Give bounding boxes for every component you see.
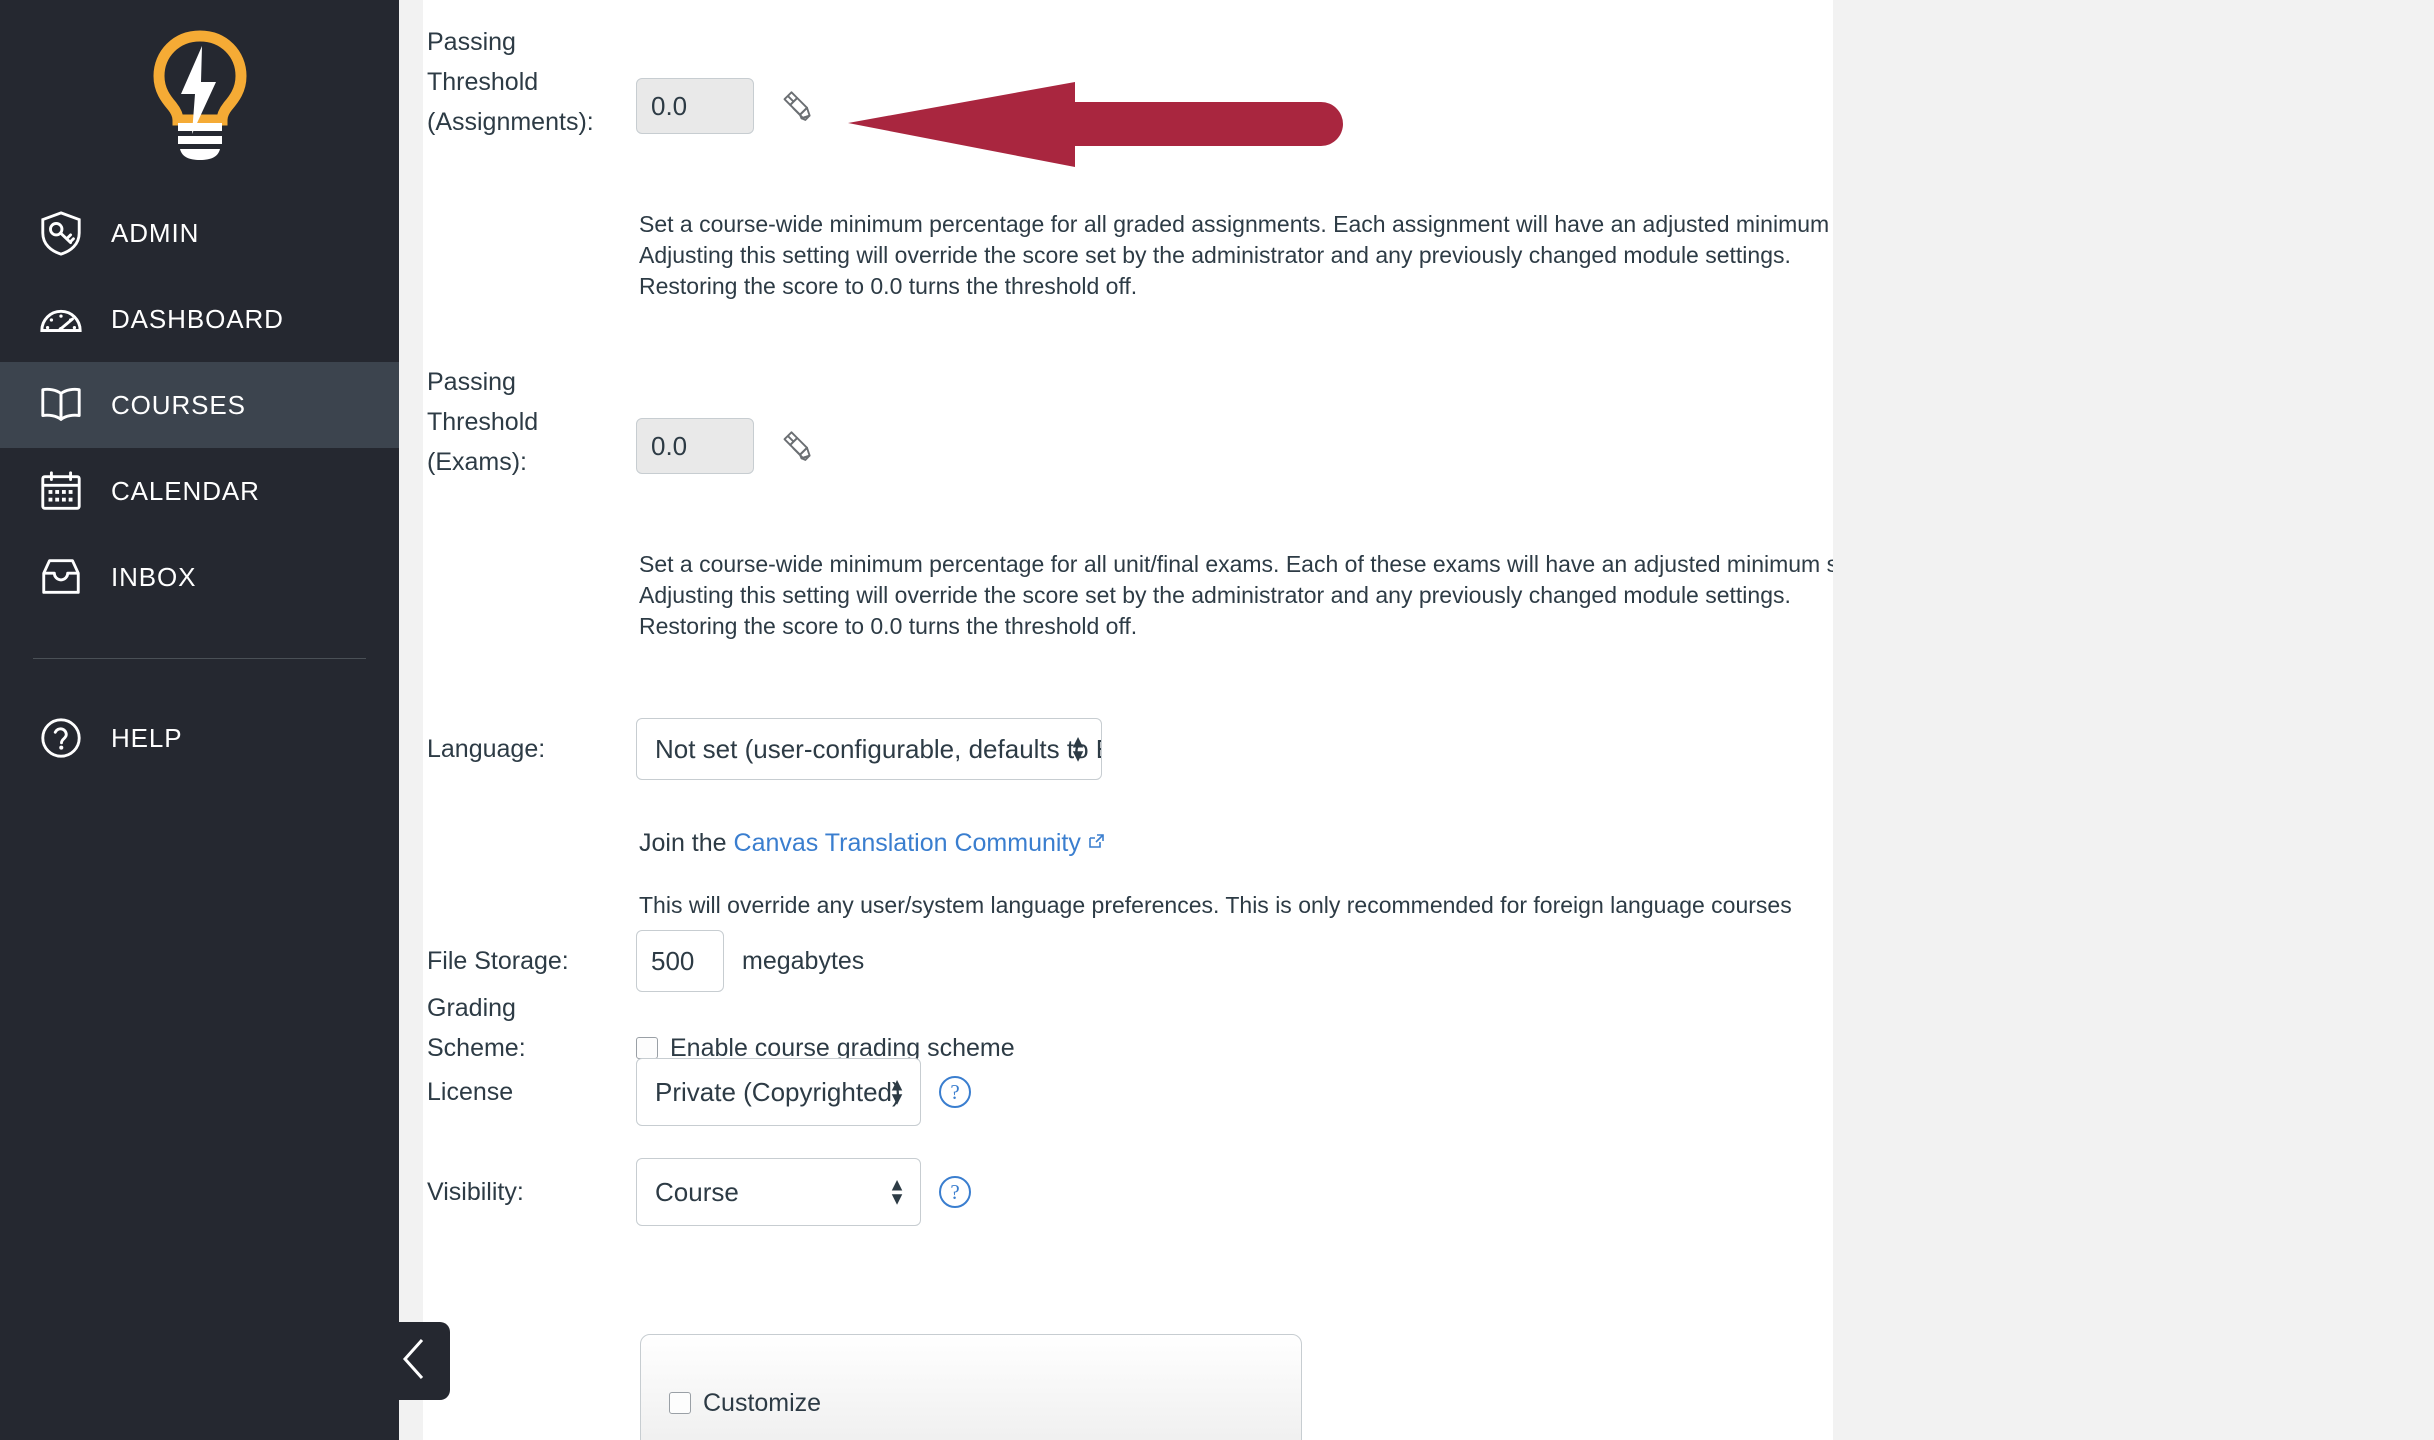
- visibility-help-icon[interactable]: ?: [939, 1176, 971, 1208]
- lightbulb-logo[interactable]: [0, 0, 399, 190]
- label-line-2: Threshold: [427, 408, 539, 436]
- speedometer-icon: [33, 291, 89, 347]
- exams-help-line-3: Restoring the score to 0.0 turns the thr…: [639, 613, 1138, 639]
- row-file-storage: File Storage: 500 megabytes: [423, 930, 1823, 992]
- license-help-icon[interactable]: ?: [939, 1076, 971, 1108]
- translation-community-line: Join the Canvas Translation Community: [639, 822, 1105, 863]
- label-line-1: Passing: [427, 368, 516, 396]
- sidebar-item-label: CALENDAR: [111, 475, 260, 506]
- row-visibility: Visibility: Course ▲ ▼ ?: [423, 1158, 1823, 1226]
- license-select[interactable]: Private (Copyrighted) ▲ ▼: [636, 1058, 921, 1126]
- row-passing-threshold-assignments: Passing Threshold (Assignments): 0.0: [423, 22, 1823, 142]
- customize-label: Customize: [703, 1389, 822, 1417]
- language-select-value: Not set (user-configurable, defaults to …: [655, 733, 1101, 764]
- row-language: Language: Not set (user-configurable, de…: [423, 718, 1823, 780]
- pencil-icon[interactable]: [776, 424, 820, 468]
- passing-threshold-exams-input[interactable]: 0.0: [636, 418, 754, 474]
- visibility-select[interactable]: Course ▲ ▼: [636, 1158, 921, 1226]
- passing-threshold-assignments-label: Passing Threshold (Assignments):: [423, 22, 636, 142]
- sidebar-item-dashboard[interactable]: DASHBOARD: [0, 276, 399, 362]
- passing-threshold-exams-label: Passing Threshold (Exams):: [423, 362, 636, 482]
- shield-key-icon: [33, 205, 89, 261]
- row-grading-scheme: Grading Scheme: Enable course grading sc…: [423, 988, 1823, 1068]
- chevron-updown-icon: ▲ ▼: [888, 1074, 906, 1109]
- sidebar-item-label: COURSES: [111, 389, 246, 420]
- inbox-tray-icon: [33, 549, 89, 605]
- label-line-3: (Assignments):: [427, 108, 594, 136]
- course-settings-form: Passing Threshold (Assignments): 0.0 Set…: [423, 0, 1833, 1440]
- nav-divider: [33, 658, 366, 659]
- sidebar-item-admin[interactable]: ADMIN: [0, 190, 399, 276]
- enable-course-grading-scheme-checkbox[interactable]: [636, 1037, 658, 1059]
- global-navigation-sidebar: ADMIN DASHBOARD COURSES CALENDAR INBOX H…: [0, 0, 399, 1440]
- sidebar-item-label: HELP: [111, 722, 183, 753]
- assignments-help-line-3: Restoring the score to 0.0 turns the thr…: [639, 273, 1138, 299]
- canvas-translation-community-link[interactable]: Canvas Translation Community: [734, 829, 1081, 857]
- external-link-icon: [1088, 822, 1105, 862]
- label-line-1: Grading: [427, 994, 516, 1022]
- sidebar-item-label: DASHBOARD: [111, 303, 284, 334]
- question-circle-icon: [33, 710, 89, 766]
- nav-item-list: ADMIN DASHBOARD COURSES CALENDAR INBOX H…: [0, 190, 399, 781]
- calendar-icon: [33, 463, 89, 519]
- collapse-sidebar-button[interactable]: [380, 1322, 450, 1400]
- visibility-select-value: Course: [655, 1176, 739, 1207]
- chevron-updown-icon: ▲ ▼: [1069, 731, 1087, 766]
- sidebar-item-label: ADMIN: [111, 217, 200, 248]
- grading-scheme-label: Grading Scheme:: [423, 988, 636, 1068]
- row-passing-threshold-exams: Passing Threshold (Exams): 0.0: [423, 362, 1823, 482]
- page-background-right: [1833, 0, 2434, 1440]
- sidebar-item-courses[interactable]: COURSES: [0, 362, 399, 448]
- label-line-1: Passing: [427, 28, 516, 56]
- file-storage-unit-label: megabytes: [742, 946, 865, 975]
- license-select-value: Private (Copyrighted): [655, 1076, 901, 1107]
- sidebar-item-help[interactable]: HELP: [0, 695, 399, 781]
- content-gutter: [399, 0, 423, 1440]
- chevron-left-icon: [398, 1334, 432, 1389]
- sidebar-item-inbox[interactable]: INBOX: [0, 534, 399, 620]
- open-book-icon: [33, 377, 89, 433]
- file-storage-label: File Storage:: [427, 947, 569, 975]
- pencil-icon[interactable]: [776, 84, 820, 128]
- label-line-3: (Exams):: [427, 448, 527, 476]
- row-license: License Private (Copyrighted) ▲ ▼ ?: [423, 1058, 1823, 1126]
- visibility-label: Visibility:: [427, 1178, 524, 1206]
- label-line-2: Threshold: [427, 68, 539, 96]
- file-storage-input[interactable]: 500: [636, 930, 724, 992]
- language-select[interactable]: Not set (user-configurable, defaults to …: [636, 718, 1102, 780]
- chevron-updown-icon: ▲ ▼: [888, 1174, 906, 1209]
- passing-threshold-assignments-input[interactable]: 0.0: [636, 78, 754, 134]
- app-root: ADMIN DASHBOARD COURSES CALENDAR INBOX H…: [0, 0, 2434, 1440]
- customize-panel: Customize: [640, 1334, 1302, 1440]
- sidebar-item-label: INBOX: [111, 561, 197, 592]
- join-the-label: Join the: [639, 829, 727, 857]
- language-help-text: This will override any user/system langu…: [639, 892, 1792, 918]
- customize-checkbox-row[interactable]: Customize: [669, 1383, 1301, 1423]
- license-label: License: [427, 1078, 514, 1106]
- customize-checkbox[interactable]: [669, 1392, 691, 1414]
- language-label: Language:: [427, 735, 546, 763]
- sidebar-item-calendar[interactable]: CALENDAR: [0, 448, 399, 534]
